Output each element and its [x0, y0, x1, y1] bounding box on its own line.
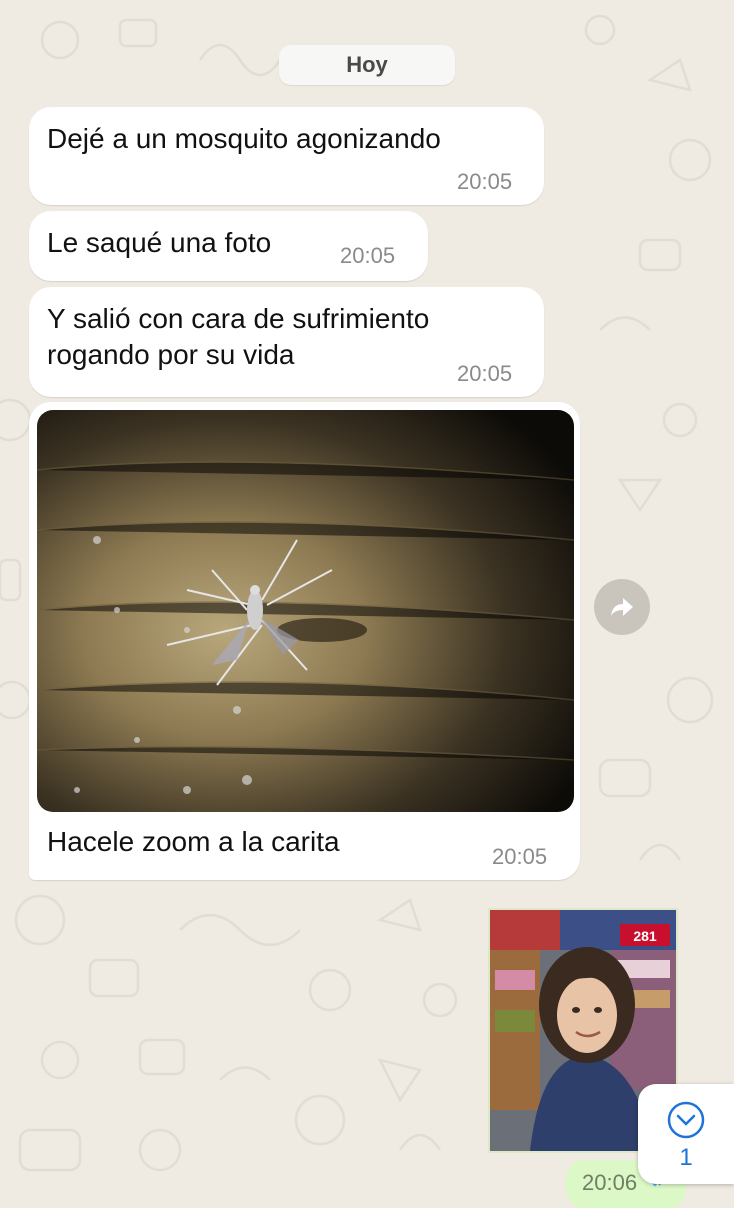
- mosquito-photo: [37, 410, 574, 812]
- incoming-message[interactable]: Y salió con cara de sufrimiento rogando …: [29, 287, 544, 397]
- message-text: Le saqué una foto: [47, 227, 272, 258]
- forward-button[interactable]: [594, 579, 650, 635]
- incoming-message[interactable]: Le saqué una foto 20:05: [29, 211, 428, 281]
- message-timestamp: 20:05: [340, 243, 396, 268]
- message-timestamp: 20:05: [457, 169, 513, 194]
- incoming-message[interactable]: Dejé a un mosquito agonizando 20:05: [29, 107, 544, 205]
- message-text: Y salió con cara de sufrimiento rogando …: [47, 303, 430, 370]
- message-text: Dejé a un mosquito agonizando: [47, 123, 441, 154]
- forward-icon: [611, 598, 633, 616]
- store-sign-number: 281: [633, 928, 657, 944]
- message-timestamp: 20:05: [492, 844, 548, 869]
- message-timestamp: 20:06: [582, 1170, 638, 1195]
- scroll-to-bottom-button[interactable]: 1: [638, 1084, 734, 1184]
- chevron-down-icon: [667, 1101, 705, 1139]
- date-separator: Hoy: [279, 45, 455, 85]
- photo-caption: Hacele zoom a la carita: [47, 826, 340, 857]
- unread-count-badge: 1: [679, 1144, 693, 1171]
- message-timestamp: 20:05: [457, 361, 513, 386]
- incoming-photo-message[interactable]: Hacele zoom a la carita 20:05: [29, 402, 580, 880]
- message-photo[interactable]: [37, 410, 574, 812]
